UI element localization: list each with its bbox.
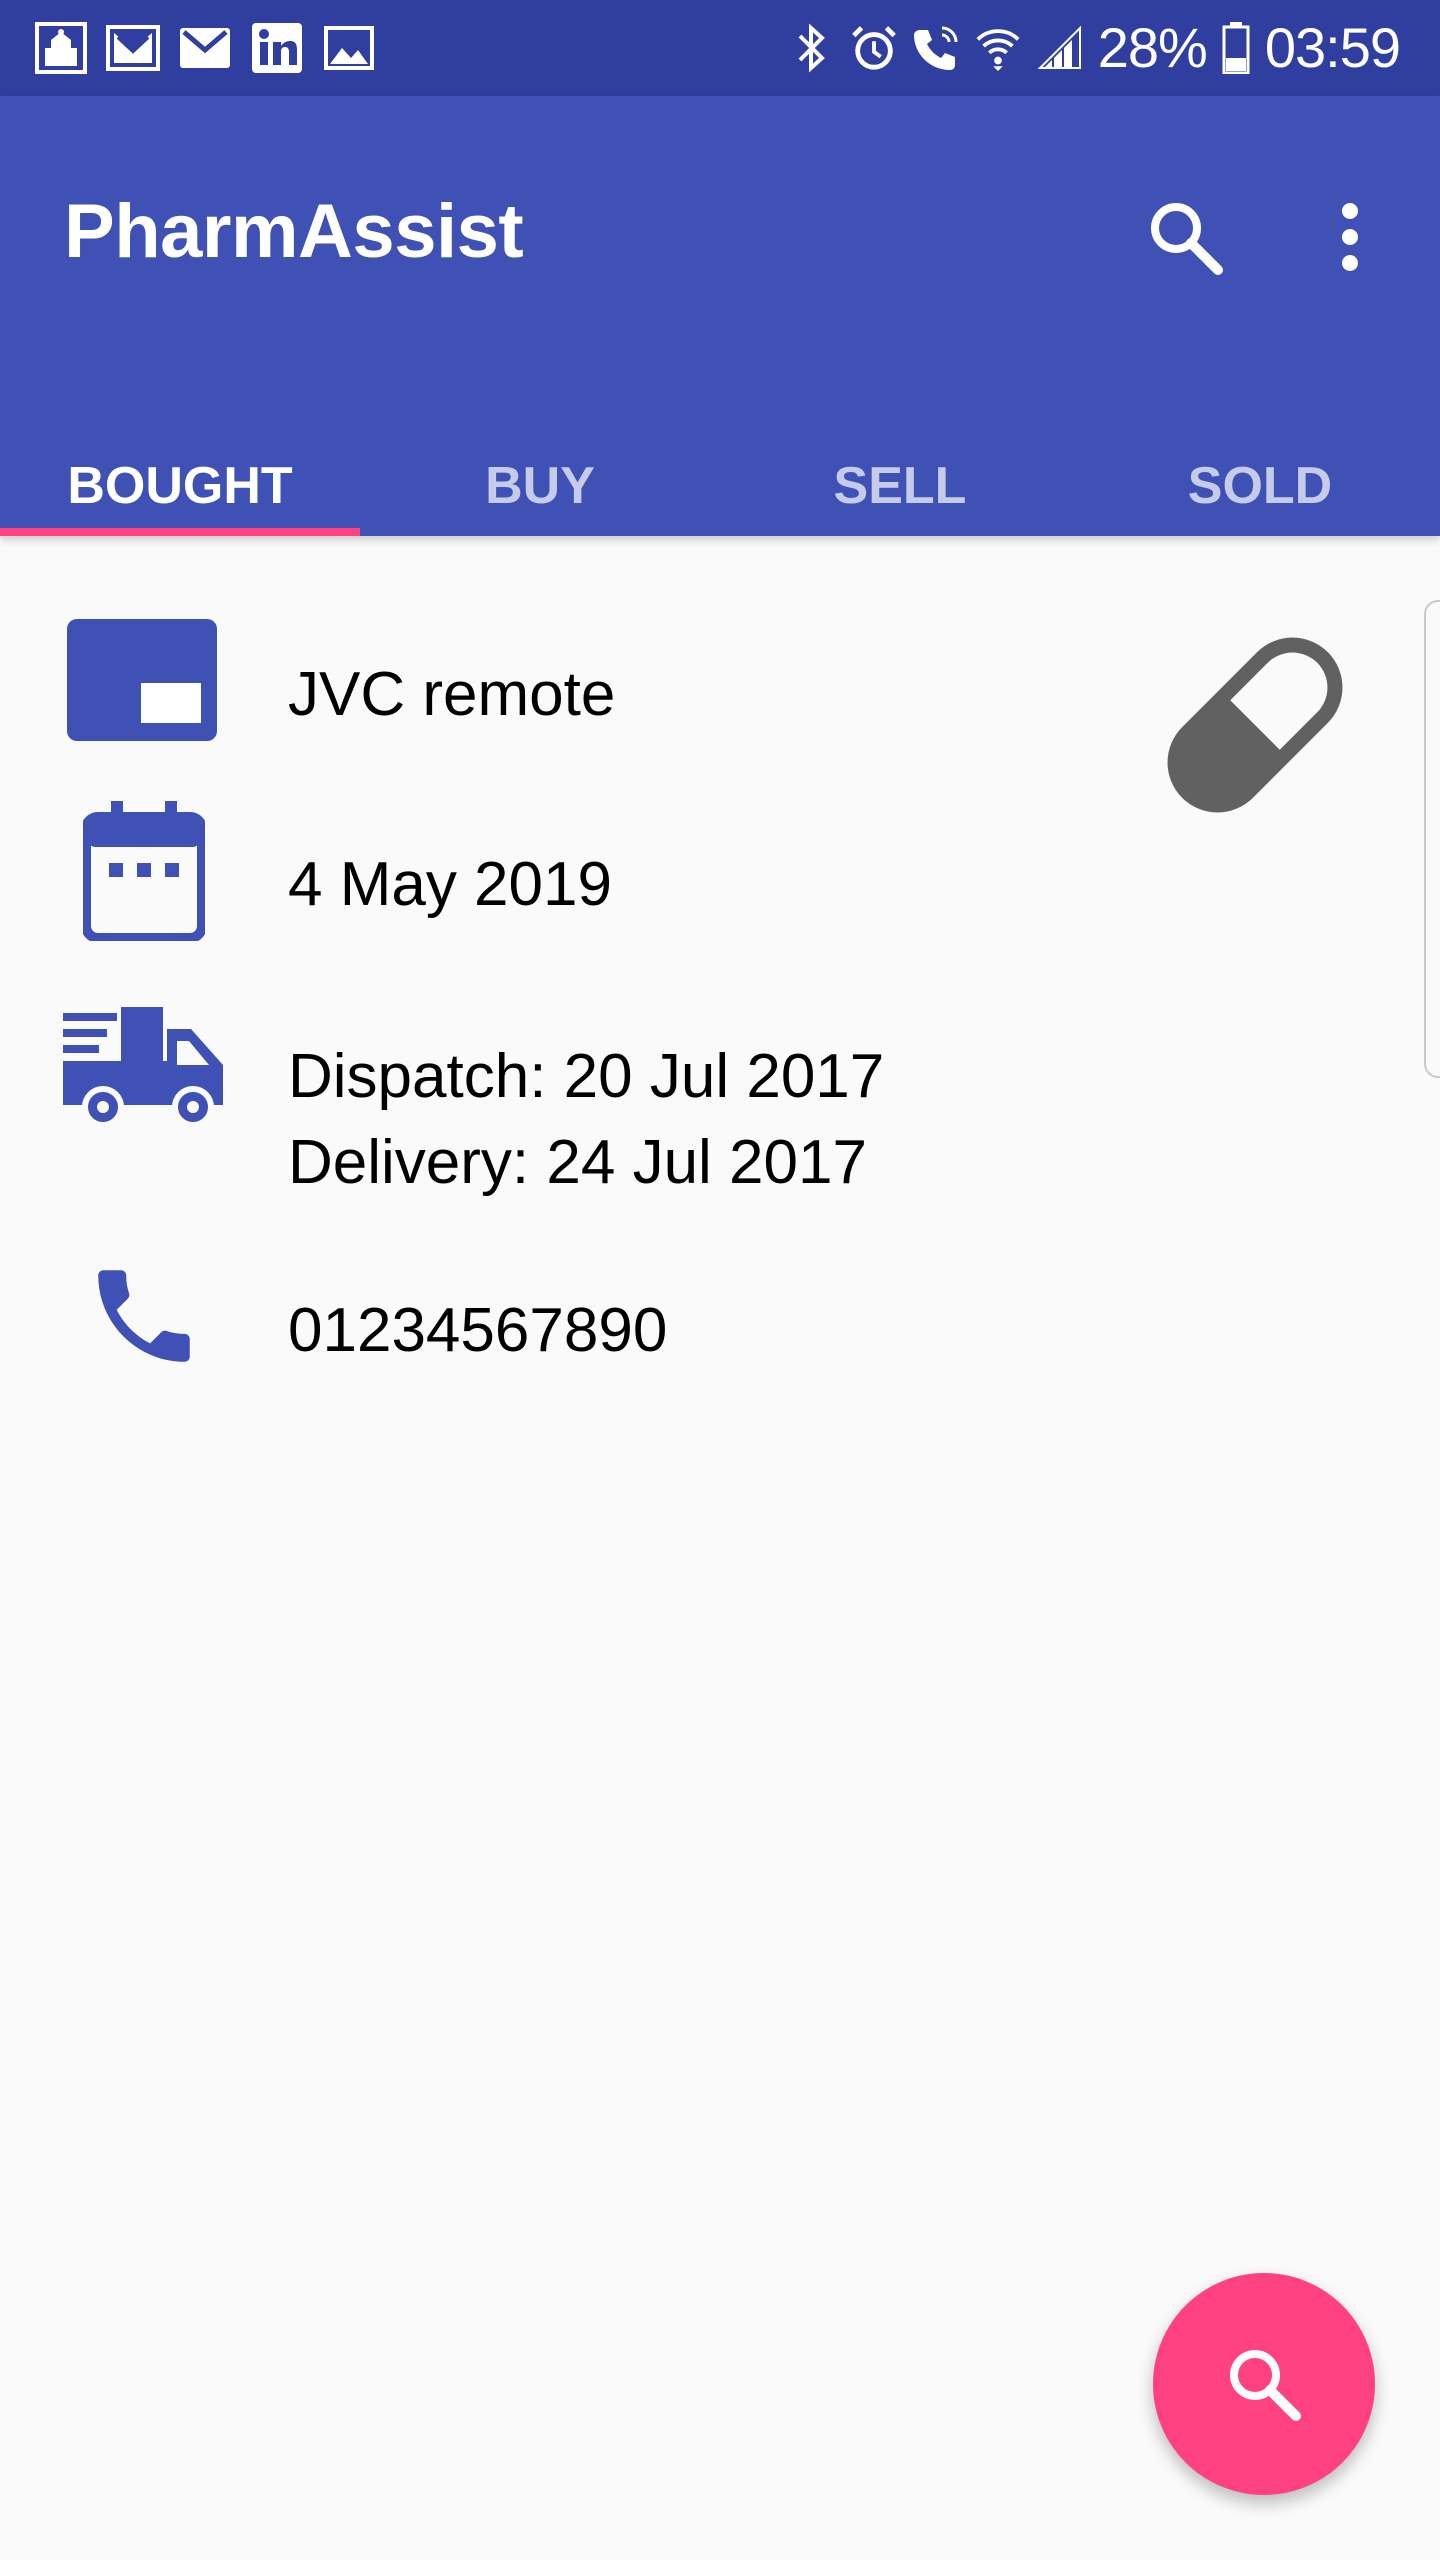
search-fab[interactable]: [1153, 2273, 1375, 2495]
clock: 03:59: [1264, 16, 1401, 79]
capsule-icon: [1140, 610, 1370, 840]
signal-icon: [1036, 22, 1084, 74]
tab-buy[interactable]: BUY: [360, 436, 720, 536]
search-icon: [1230, 2350, 1301, 2421]
phone-number: 01234567890: [288, 1296, 668, 1365]
search-button[interactable]: [1140, 192, 1230, 282]
overflow-menu-button[interactable]: [1310, 192, 1390, 282]
app-title: PharmAssist: [64, 189, 524, 274]
prayer-app-icon: [34, 22, 88, 74]
bluetooth-icon: [788, 22, 836, 74]
purchase-date: 4 May 2019: [288, 850, 612, 919]
phone-icon: [82, 1254, 206, 1378]
status-bar: 28% 03:59: [0, 0, 1440, 96]
gmail-icon-2: [178, 22, 232, 74]
tab-bar: BOUGHT BUY SELL SOLD: [0, 436, 1440, 536]
tab-bought[interactable]: BOUGHT: [0, 436, 360, 536]
battery-icon: [1221, 22, 1251, 74]
gallery-icon: [322, 22, 376, 74]
notification-icons: [34, 22, 376, 74]
item-icon: [66, 618, 218, 742]
more-vert-icon: [1342, 203, 1358, 271]
delivery-date: Delivery: 24 Jul 2017: [288, 1128, 867, 1197]
battery-percentage: 28%: [1097, 16, 1208, 79]
item-name: JVC remote: [288, 660, 616, 729]
gmail-icon: [106, 22, 160, 74]
tab-sold[interactable]: SOLD: [1080, 436, 1440, 536]
system-icons: 28% 03:59: [788, 14, 1401, 82]
alarm-icon: [850, 22, 898, 74]
delivery-truck-icon: [62, 1006, 226, 1130]
app-bar: PharmAssist BOUGHT BUY SELL SOLD: [0, 96, 1440, 536]
dispatch-date: Dispatch: 20 Jul 2017: [288, 1042, 885, 1111]
wifi-calling-icon: [912, 22, 960, 74]
wifi-icon: [974, 22, 1022, 74]
scroll-indicator[interactable]: [1424, 600, 1440, 1078]
tab-sell[interactable]: SELL: [720, 436, 1080, 536]
search-icon: [1151, 203, 1223, 275]
linkedin-icon: [250, 22, 304, 74]
calendar-icon: [82, 800, 206, 942]
